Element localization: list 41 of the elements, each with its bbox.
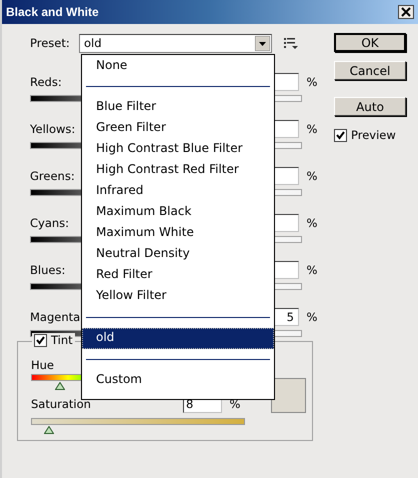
channel-label: Blues: <box>30 263 66 277</box>
menu-item[interactable]: Yellow Filter <box>82 286 274 307</box>
channel-label: Cyans: <box>30 216 70 230</box>
percent-label: % <box>306 216 318 230</box>
channel-label: Magenta <box>30 310 80 324</box>
close-icon[interactable] <box>398 5 414 19</box>
preview-label: Preview <box>351 128 396 142</box>
preset-dropdown[interactable]: old <box>79 34 272 52</box>
percent-label: % <box>306 75 318 89</box>
tint-checkbox[interactable] <box>34 334 47 346</box>
menu-item[interactable]: Infrared <box>82 181 274 202</box>
menu-icon[interactable] <box>284 37 298 49</box>
menu-item[interactable]: High Contrast Red Filter <box>82 160 274 181</box>
menu-item[interactable]: High Contrast Blue Filter <box>82 139 274 160</box>
menu-item[interactable]: Maximum White <box>82 223 274 244</box>
percent-label: % <box>306 263 318 277</box>
channel-label: Reds: <box>30 75 62 89</box>
percent-label: % <box>306 122 318 136</box>
saturation-label: Saturation <box>31 397 92 411</box>
window-title: Black and White <box>6 5 99 19</box>
dialog-button[interactable]: Auto <box>334 97 406 116</box>
tint-label: Tint <box>51 333 73 347</box>
channel-label: Greens: <box>30 169 75 183</box>
menu-item[interactable]: Blue Filter <box>82 97 274 118</box>
menu-item[interactable]: None <box>82 58 274 76</box>
color-swatch[interactable] <box>271 378 306 413</box>
caret-icon <box>255 36 270 50</box>
dialog-button[interactable]: Cancel <box>334 61 406 80</box>
menu-item[interactable]: old <box>82 328 274 349</box>
channel-label: Yellows: <box>30 122 76 136</box>
menu-item[interactable]: Neutral Density <box>82 244 274 265</box>
menu-item[interactable]: Custom <box>82 370 274 391</box>
preview-checkbox[interactable] <box>334 128 347 142</box>
percent-label: % <box>306 169 318 183</box>
percent-label: % <box>306 310 318 324</box>
preset-label: Preset: <box>30 36 71 50</box>
menu-item[interactable]: Maximum Black <box>82 202 274 223</box>
hue-label: Hue <box>31 358 56 374</box>
dialog-button[interactable]: OK <box>334 33 406 52</box>
menu-item[interactable]: Green Filter <box>82 118 274 139</box>
menu-item[interactable]: Red Filter <box>82 265 274 286</box>
